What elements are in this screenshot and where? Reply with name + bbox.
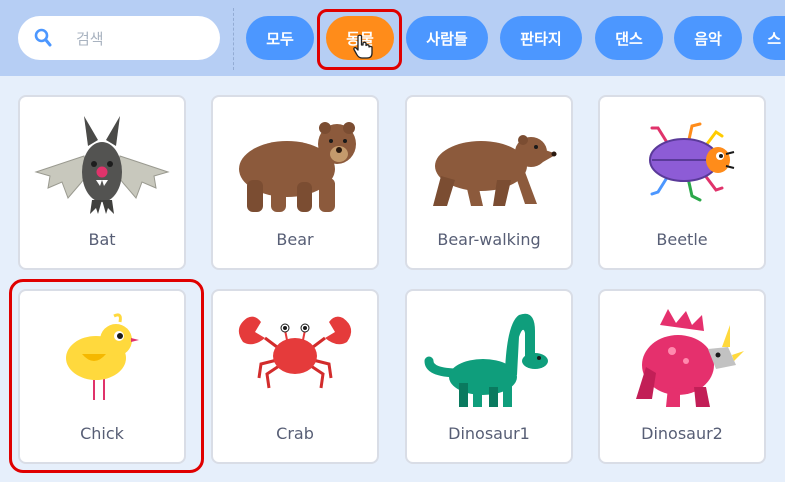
sprite-name: Chick xyxy=(80,424,124,443)
bear-image xyxy=(213,109,377,219)
search-icon xyxy=(34,28,52,47)
bear-walking-image xyxy=(407,109,571,219)
sprite-card-beetle[interactable]: Beetle xyxy=(598,95,766,270)
sprite-card-chick[interactable]: Chick xyxy=(18,289,186,464)
crab-image xyxy=(213,303,377,413)
category-all-button[interactable]: 모두 xyxy=(246,16,314,60)
sprite-name: Dinosaur1 xyxy=(448,424,530,443)
search-input[interactable] xyxy=(74,24,208,54)
dinosaur2-image xyxy=(600,303,764,413)
sprite-card-crab[interactable]: Crab xyxy=(211,289,379,464)
sprite-name: Bear-walking xyxy=(437,230,541,249)
bat-image xyxy=(20,109,184,219)
sprite-card-bear[interactable]: Bear xyxy=(211,95,379,270)
sprite-name: Bat xyxy=(88,230,116,249)
sprite-card-dinosaur1[interactable]: Dinosaur1 xyxy=(405,289,573,464)
chick-image xyxy=(20,303,184,413)
sprite-name: Crab xyxy=(276,424,314,443)
sprite-name: Bear xyxy=(276,230,314,249)
sprite-card-bat[interactable]: Bat xyxy=(18,95,186,270)
category-people-button[interactable]: 사람들 xyxy=(406,16,488,60)
category-animals-button[interactable]: 동물 xyxy=(326,16,394,60)
search-box[interactable] xyxy=(18,16,220,60)
category-music-button[interactable]: 음악 xyxy=(674,16,742,60)
sprite-name: Dinosaur2 xyxy=(641,424,723,443)
dinosaur1-image xyxy=(407,303,571,413)
category-sports-button[interactable]: 스 xyxy=(753,16,785,60)
category-toolbar: 모두 동물 사람들 판타지 댄스 음악 스 xyxy=(0,0,785,76)
category-dance-button[interactable]: 댄스 xyxy=(595,16,663,60)
sprite-name: Beetle xyxy=(656,230,708,249)
toolbar-divider xyxy=(233,8,234,70)
beetle-image xyxy=(600,109,764,219)
sprite-card-bear-walking[interactable]: Bear-walking xyxy=(405,95,573,270)
category-fantasy-button[interactable]: 판타지 xyxy=(500,16,582,60)
sprite-card-dinosaur2[interactable]: Dinosaur2 xyxy=(598,289,766,464)
